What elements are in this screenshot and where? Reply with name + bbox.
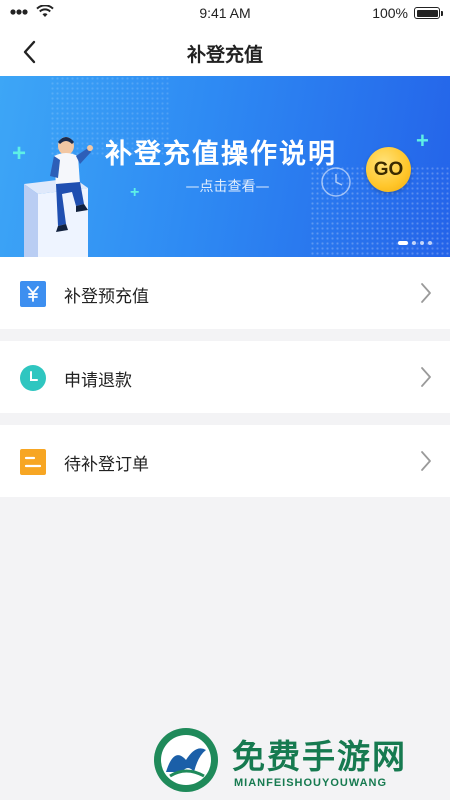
menu-item-label: 待补登订单 [64,455,149,475]
promo-banner[interactable]: + + + 补登充值操作说明 —点击查看— GO [0,76,450,257]
yen-icon [20,281,46,307]
person-illustration [24,137,93,257]
order-list-icon [20,449,46,475]
status-bar: 9:41 AM 100% [0,0,450,28]
menu-item-label: 申请退款 [64,371,132,391]
battery-percent: 100% [372,5,408,21]
chevron-right-icon [421,451,431,471]
banner-page-indicator [398,241,432,245]
menu-item-label: 补登预充值 [64,287,149,307]
site-watermark: 免费手游网 MIANFEISHOUYOUWANG [150,724,440,794]
watermark-subtext: MIANFEISHOUYOUWANG [234,777,388,789]
menu-item-pending-orders[interactable]: 待补登订单 [0,425,450,497]
menu-item-pre-recharge[interactable]: 补登预充值 [0,257,450,329]
nav-bar: 补登充值 [0,28,450,76]
page-title: 补登充值 [186,44,263,66]
watermark-logo-icon [154,728,218,792]
banner-subtitle: —点击查看— [185,179,270,195]
indicator-dot [412,241,416,245]
battery-icon [414,7,443,19]
indicator-dot [420,241,424,245]
indicator-dot [428,241,432,245]
banner-title: 补登充值操作说明 [105,139,337,170]
clock-icon [20,365,46,391]
chevron-right-icon [421,283,431,303]
plus-decoration: + [416,128,429,153]
menu-item-refund[interactable]: 申请退款 [0,341,450,413]
plus-decoration: + [12,140,27,167]
battery-status: 100% [372,5,443,21]
plus-decoration: + [130,184,140,201]
watermark-text: 免费手游网 [232,737,407,776]
go-button[interactable]: GO [366,147,411,192]
indicator-dot [398,241,408,245]
chevron-right-icon [421,367,431,387]
clock-decoration-icon [321,167,351,197]
